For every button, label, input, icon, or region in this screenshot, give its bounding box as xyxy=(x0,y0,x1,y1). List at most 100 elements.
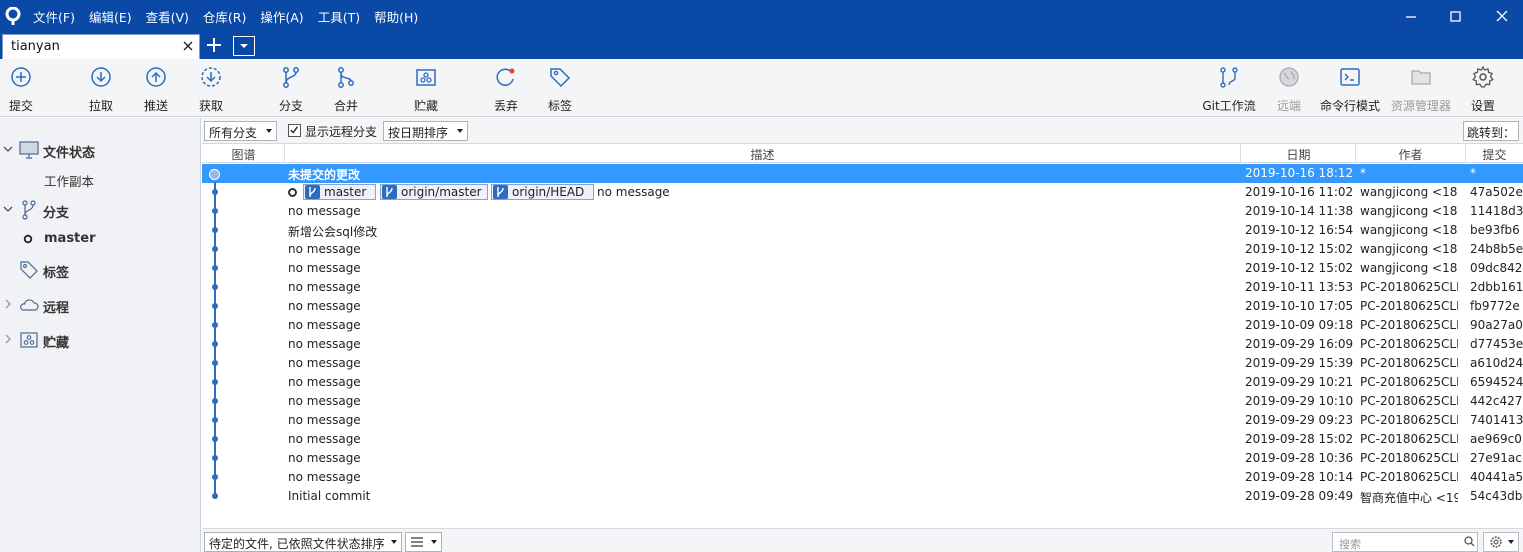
explorer-button[interactable]: 资源管理器 xyxy=(1389,65,1453,114)
row-description: no message xyxy=(288,337,361,351)
table-row[interactable]: no message 2019-09-29 15:39 PC-20180625CLE… xyxy=(202,354,1523,373)
row-date: 2019-09-28 10:14 xyxy=(1245,470,1354,484)
table-row[interactable]: 新增公会sql修改 2019-10-12 16:54 wangjicong <185… xyxy=(202,221,1523,240)
search-input[interactable]: 搜索 xyxy=(1332,532,1478,552)
menu-repository[interactable]: 仓库(R) xyxy=(203,5,253,26)
table-row[interactable]: no message 2019-10-10 17:05 PC-20180625CLE… xyxy=(202,297,1523,316)
table-row[interactable]: master origin/master origin/HEAD no mess… xyxy=(202,183,1523,202)
options-button[interactable] xyxy=(1483,532,1519,552)
sidebar-item-working-copy[interactable]: 工作副本 xyxy=(0,168,200,190)
table-row[interactable]: no message 2019-10-12 15:02 wangjicong <18… xyxy=(202,240,1523,259)
table-row[interactable]: no message 2019-09-29 16:09 PC-20180625CLE… xyxy=(202,335,1523,354)
sidebar-item-tags[interactable]: 标签 xyxy=(0,259,200,281)
branch-label-origin-head[interactable]: origin/HEAD xyxy=(491,184,594,200)
stash-button[interactable]: 贮藏 xyxy=(412,65,440,114)
table-row-uncommitted[interactable]: 未提交的更改 2019-10-16 18:12 * * xyxy=(202,164,1523,183)
chevron-right-icon[interactable] xyxy=(3,299,13,309)
menu-tools[interactable]: 工具(T) xyxy=(318,5,367,26)
table-header: 图谱 描述 日期 作者 提交 xyxy=(202,144,1523,163)
commit-node xyxy=(212,227,218,233)
discard-button[interactable]: 丢弃 xyxy=(492,65,520,114)
git-flow-button[interactable]: Git工作流 xyxy=(1200,65,1258,114)
branch-icon xyxy=(22,200,36,220)
close-window-button[interactable] xyxy=(1492,6,1512,26)
sidebar-item-file-status[interactable]: 文件状态 xyxy=(0,139,200,161)
row-commit: d77453e xyxy=(1470,337,1523,351)
sidebar-working-copy-label: 工作副本 xyxy=(44,174,95,189)
maximize-button[interactable] xyxy=(1446,6,1466,26)
row-date: 2019-10-09 09:18 xyxy=(1245,318,1354,332)
commit-node xyxy=(212,322,218,328)
table-row[interactable]: no message 2019-09-28 10:14 PC-20180625CLE… xyxy=(202,468,1523,487)
settings-button[interactable]: 设置 xyxy=(1469,65,1497,114)
sidebar-item-master[interactable]: master xyxy=(0,228,200,250)
sidebar-tags-label: 标签 xyxy=(43,266,70,281)
show-remote-checkbox[interactable] xyxy=(288,124,301,137)
row-description: 新增公会sql修改 xyxy=(288,225,378,239)
commit-button[interactable]: 提交 xyxy=(8,65,34,114)
table-row[interactable]: no message 2019-10-12 15:02 wangjicong <18… xyxy=(202,259,1523,278)
pull-button[interactable]: 拉取 xyxy=(87,65,115,114)
table-row[interactable]: no message 2019-09-28 10:36 PC-20180625CLE… xyxy=(202,449,1523,468)
fetch-button[interactable]: 获取 xyxy=(197,65,225,114)
gear-icon xyxy=(1490,536,1502,548)
sidebar-item-branches[interactable]: 分支 xyxy=(0,199,200,221)
show-remote-label: 显示远程分支 xyxy=(305,125,378,139)
sidebar-file-status-label: 文件状态 xyxy=(43,146,96,161)
row-date: 2019-09-29 15:39 xyxy=(1245,356,1354,370)
branch-label-master[interactable]: master xyxy=(303,184,376,200)
push-button[interactable]: 推送 xyxy=(142,65,170,114)
column-commit[interactable]: 提交 xyxy=(1466,146,1523,163)
sidebar: 文件状态 工作副本 分支 master 标签 远程 贮藏 xyxy=(0,118,201,552)
table-row[interactable]: no message 2019-09-29 10:21 PC-20180625CLE… xyxy=(202,373,1523,392)
commit-node xyxy=(212,341,218,347)
branch-filter-select[interactable]: 所有分支 xyxy=(204,121,277,141)
row-commit: be93fb6 xyxy=(1470,223,1520,237)
row-author: wangjicong <185 xyxy=(1360,185,1458,199)
jump-to-button[interactable]: 跳转到： xyxy=(1462,121,1519,141)
remote-label: 远端 xyxy=(1276,99,1301,113)
tab-repository[interactable]: tianyan xyxy=(2,34,200,59)
chevron-right-icon[interactable] xyxy=(3,334,13,344)
branch-button[interactable]: 分支 xyxy=(277,65,305,114)
menu-file[interactable]: 文件(F) xyxy=(33,5,82,26)
row-description: no message xyxy=(288,318,361,332)
terminal-button[interactable]: 命令行模式 xyxy=(1318,65,1382,114)
branch-label-origin-master[interactable]: origin/master xyxy=(380,184,488,200)
sidebar-item-stashes[interactable]: 贮藏 xyxy=(0,329,200,351)
table-row[interactable]: no message 2019-09-28 15:02 PC-20180625CLE… xyxy=(202,430,1523,449)
pending-files-sort-select[interactable]: 待定的文件, 已依照文件状态排序 xyxy=(204,532,402,552)
menu-edit[interactable]: 编辑(E) xyxy=(89,5,139,26)
chevron-down-icon[interactable] xyxy=(3,144,13,154)
menu-view[interactable]: 查看(V) xyxy=(146,5,196,26)
column-author[interactable]: 作者 xyxy=(1356,146,1465,163)
menu-actions[interactable]: 操作(A) xyxy=(260,5,310,26)
sidebar-item-remotes[interactable]: 远程 xyxy=(0,294,200,316)
remote-button[interactable]: 远端 xyxy=(1274,65,1304,114)
add-tab-icon[interactable] xyxy=(205,36,223,54)
merge-button[interactable]: 合并 xyxy=(332,65,360,114)
close-tab-icon[interactable] xyxy=(181,39,195,53)
row-description: no message xyxy=(288,432,361,446)
column-description[interactable]: 描述 xyxy=(285,146,1240,163)
table-row[interactable]: Initial commit 2019-09-28 09:49 智商充值中心 <19… xyxy=(202,487,1523,506)
table-row[interactable]: no message 2019-10-11 13:53 PC-20180625CLE… xyxy=(202,278,1523,297)
pull-icon xyxy=(91,67,111,87)
sort-order-select[interactable]: 按日期排序 xyxy=(383,121,468,141)
menu-help[interactable]: 帮助(H) xyxy=(374,5,425,26)
table-row[interactable]: no message 2019-09-29 09:23 PC-20180625CLE… xyxy=(202,411,1523,430)
tag-label: 标签 xyxy=(547,99,572,113)
search-icon[interactable] xyxy=(1464,536,1475,547)
tag-button[interactable]: 标签 xyxy=(546,65,574,114)
table-row[interactable]: no message 2019-10-09 09:18 PC-20180625CLE… xyxy=(202,316,1523,335)
row-author: PC-20180625CLE xyxy=(1360,375,1458,389)
view-mode-select[interactable] xyxy=(405,532,442,552)
chevron-down-icon xyxy=(1508,540,1514,544)
minimize-button[interactable] xyxy=(1401,6,1421,26)
tab-dropdown-button[interactable] xyxy=(233,36,255,56)
column-date[interactable]: 日期 xyxy=(1241,146,1356,163)
table-row[interactable]: no message 2019-09-29 10:10 PC-20180625CLE… xyxy=(202,392,1523,411)
column-graph[interactable]: 图谱 xyxy=(202,146,285,163)
chevron-down-icon[interactable] xyxy=(3,204,13,214)
table-row[interactable]: no message 2019-10-14 11:38 wangjicong <18… xyxy=(202,202,1523,221)
